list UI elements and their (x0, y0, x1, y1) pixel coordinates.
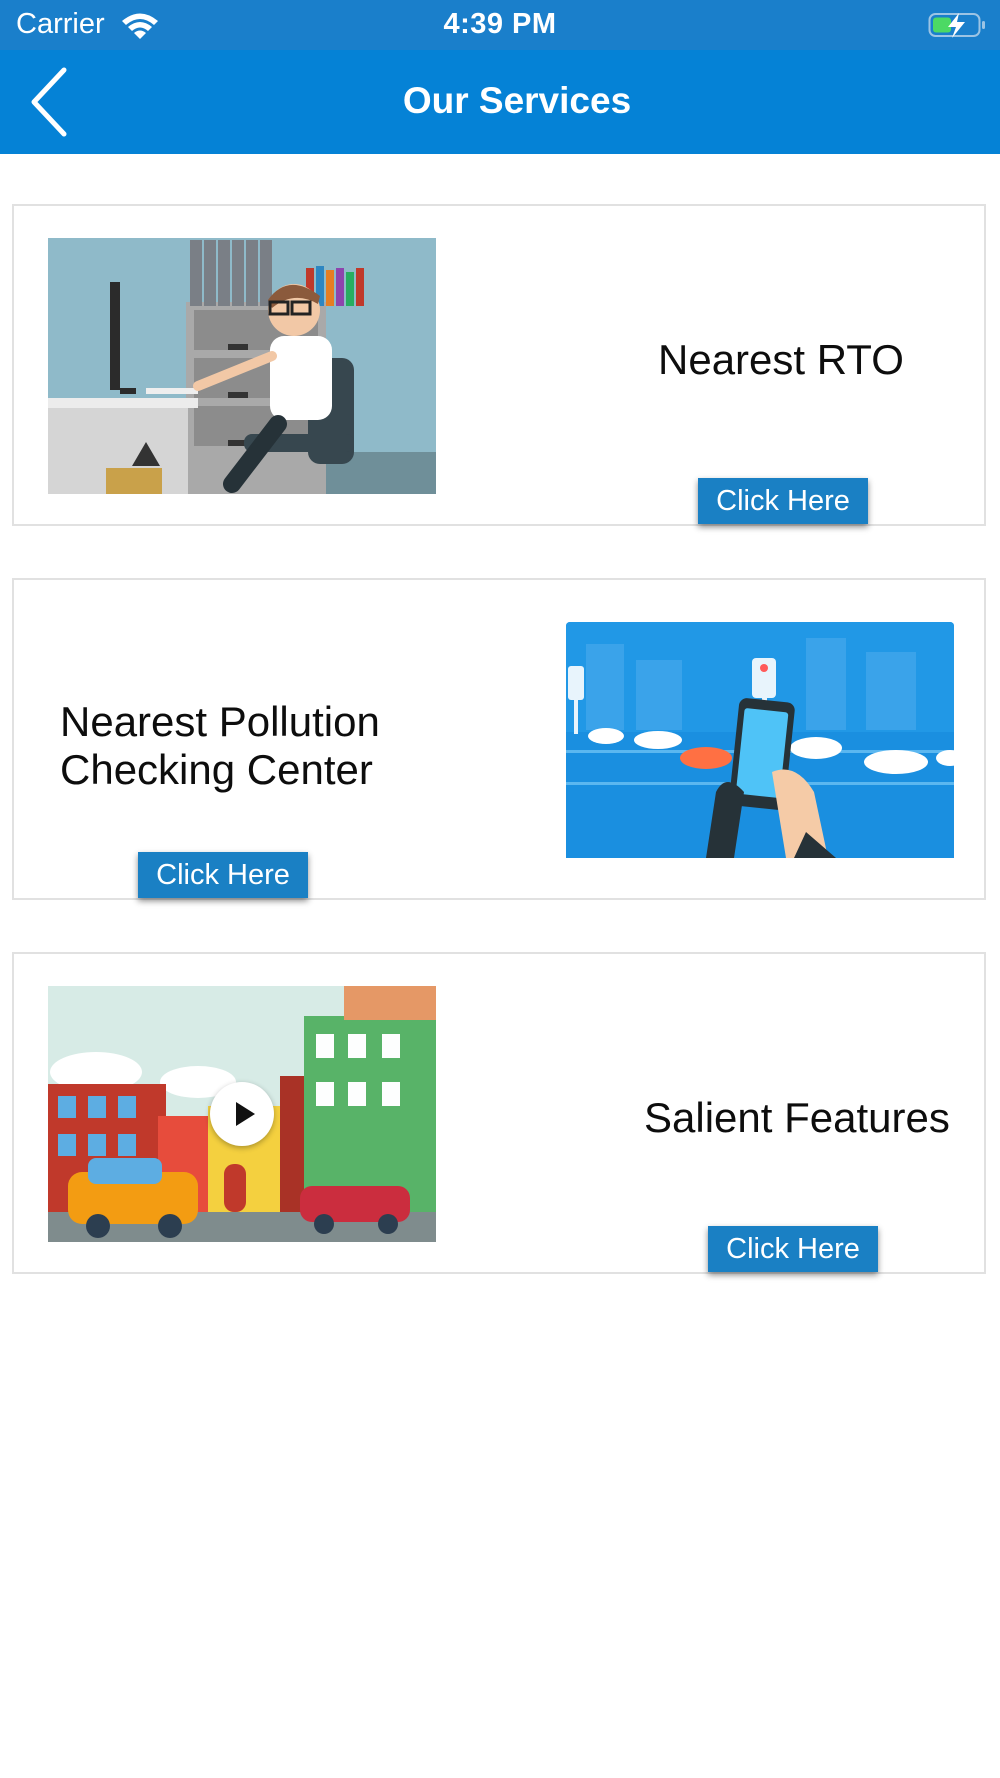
status-bar: Carrier 4:39 PM (0, 0, 1000, 50)
traffic-phone-image (566, 622, 954, 878)
play-icon[interactable] (210, 1082, 274, 1146)
service-card-rto: Nearest RTO Click Here (12, 204, 986, 526)
service-title: Nearest Pollution Checking Center (60, 698, 380, 794)
battery-charging-icon (928, 13, 985, 38)
service-card-pollution: Nearest Pollution Checking Center Click … (12, 578, 986, 900)
city-street-video-thumbnail[interactable] (48, 986, 436, 1242)
service-title: Salient Features (644, 1094, 950, 1141)
service-title: Nearest RTO (658, 336, 904, 383)
service-title-line: Nearest Pollution (60, 698, 380, 745)
clock: 4:39 PM (443, 8, 557, 40)
nav-bar: Our Services (0, 50, 1000, 154)
service-title-line: Checking Center (60, 746, 373, 793)
service-card-features: Salient Features Click Here (12, 952, 986, 1274)
click-here-button[interactable]: Click Here (698, 478, 868, 524)
click-here-button[interactable]: Click Here (138, 852, 308, 898)
office-worker-image (48, 238, 436, 494)
page-title: Our Services (402, 80, 632, 121)
click-here-button[interactable]: Click Here (708, 1226, 878, 1272)
